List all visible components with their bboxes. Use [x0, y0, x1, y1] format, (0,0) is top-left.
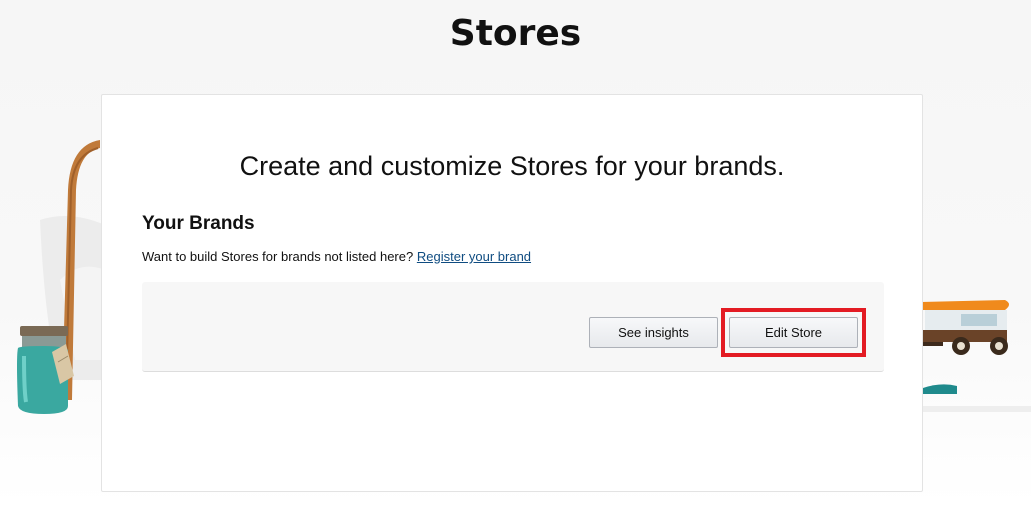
edit-store-button[interactable]: Edit Store — [729, 317, 858, 348]
stores-headline: Create and customize Stores for your bra… — [239, 151, 785, 181]
your-brands-heading: Your Brands — [142, 213, 255, 234]
brand-row: See insights Edit Store — [142, 282, 884, 372]
see-insights-button[interactable]: See insights — [589, 317, 718, 348]
brands-note-text: Want to build Stores for brands not list… — [142, 249, 414, 264]
stores-card: Create and customize Stores for your bra… — [101, 94, 923, 492]
toy-car-illustration — [921, 300, 1031, 412]
page-title: Stores — [449, 13, 582, 54]
register-brand-link[interactable]: Register your brand — [417, 249, 531, 264]
brands-note: Want to build Stores for brands not list… — [142, 249, 531, 264]
stores-page: Stores Create and customize Stores for y… — [0, 0, 1031, 505]
chair-and-jar-illustration — [17, 140, 105, 414]
